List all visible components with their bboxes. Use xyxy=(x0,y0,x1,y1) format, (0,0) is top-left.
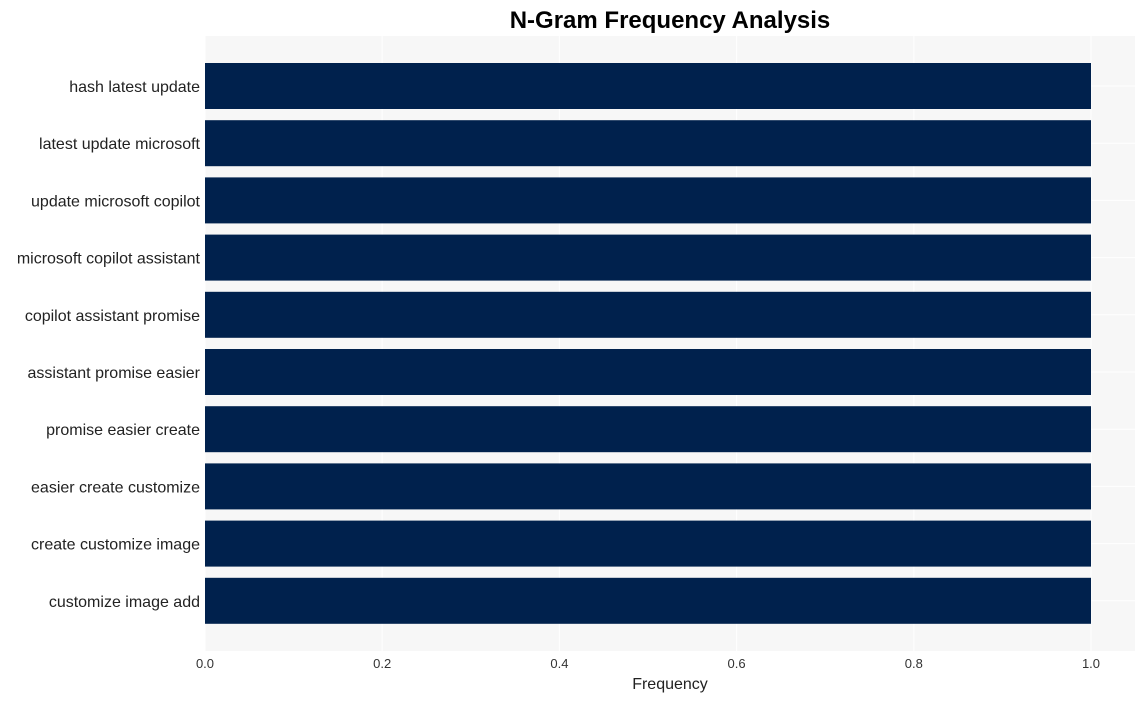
x-tick-label: 0.6 xyxy=(728,656,746,671)
y-tick-label: microsoft copilot assistant xyxy=(17,251,201,268)
y-tick-label: create customize image xyxy=(31,537,200,554)
bar xyxy=(205,291,1091,338)
x-tick-label: 1.0 xyxy=(1082,656,1100,671)
bar xyxy=(205,349,1091,395)
y-tick-label: easier create customize xyxy=(31,479,200,496)
y-tick-label: copilot assistant promise xyxy=(25,308,200,325)
bar xyxy=(205,520,1091,567)
bar xyxy=(205,463,1091,510)
bar xyxy=(205,63,1091,109)
bar xyxy=(205,406,1091,453)
bar xyxy=(205,577,1091,624)
x-tick-label: 0.0 xyxy=(196,656,214,671)
bar xyxy=(205,234,1091,281)
x-axis-label: Frequency xyxy=(632,676,708,693)
y-axis-labels: hash latest update latest update microsof… xyxy=(17,79,201,611)
x-tick-label: 0.8 xyxy=(905,656,923,671)
y-tick-label: update microsoft copilot xyxy=(31,193,201,210)
chart: hash latest update latest update microsof… xyxy=(17,7,1135,693)
y-tick-label: latest update microsoft xyxy=(39,136,201,153)
bar xyxy=(205,177,1091,224)
x-tick-label: 0.4 xyxy=(550,656,568,671)
x-tick-label: 0.2 xyxy=(373,656,391,671)
bar xyxy=(205,120,1091,167)
y-tick-label: hash latest update xyxy=(69,79,200,96)
y-tick-label: customize image add xyxy=(49,594,200,611)
x-axis-ticks: 0.0 0.2 0.4 0.6 0.8 1.0 xyxy=(196,656,1100,671)
y-tick-label: assistant promise easier xyxy=(27,365,200,382)
y-tick-label: promise easier create xyxy=(46,422,200,439)
chart-title: N-Gram Frequency Analysis xyxy=(510,7,831,34)
